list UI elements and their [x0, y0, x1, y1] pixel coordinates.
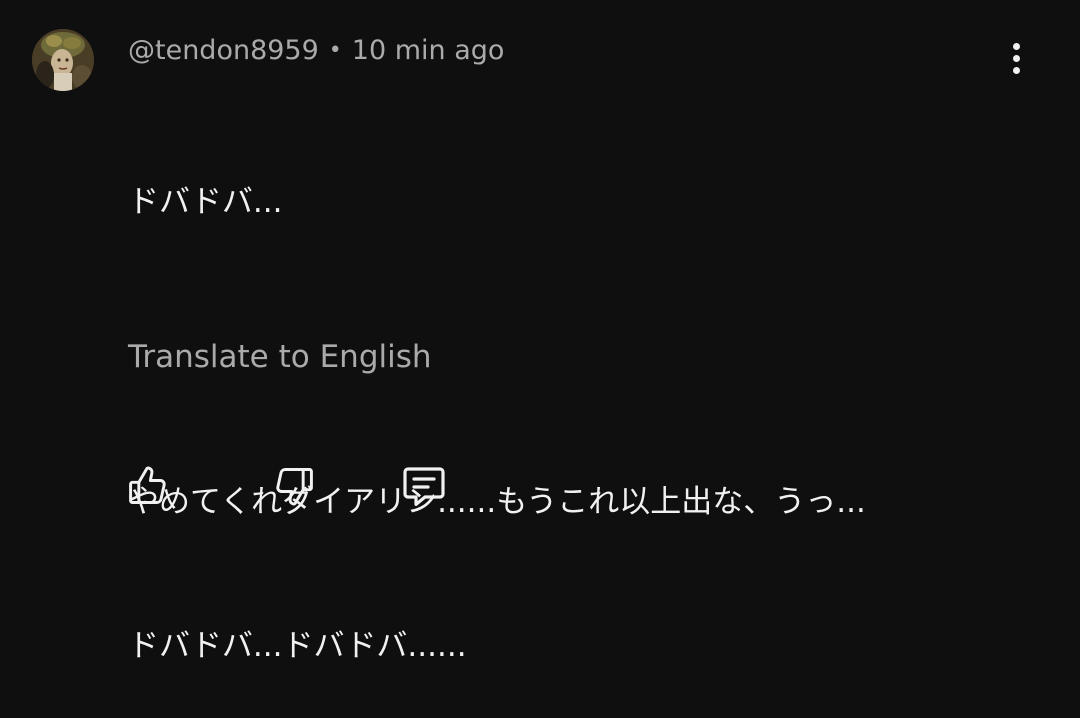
- comment-text: ドバドバ... やめてくれダイアリン......もうこれ以上出な、うっ... ド…: [128, 82, 1048, 718]
- meta-separator: •: [328, 37, 342, 63]
- avatar-image: [32, 29, 94, 91]
- comment-line: ドバドバ...: [128, 184, 283, 220]
- thumbs-up-icon: [129, 466, 166, 504]
- comment-line: ドバドバ...ドバドバ......: [128, 628, 467, 664]
- dislike-button[interactable]: [270, 462, 318, 510]
- reply-button[interactable]: [400, 462, 448, 510]
- author-name[interactable]: @tendon8959: [128, 35, 319, 66]
- thumbs-down-icon: [276, 468, 313, 506]
- comment-meta: @tendon8959 • 10 min ago: [128, 30, 504, 70]
- avatar[interactable]: [32, 29, 94, 91]
- comment-time: 10 min ago: [351, 34, 505, 66]
- like-button[interactable]: [124, 462, 172, 510]
- reply-comment-icon: [403, 467, 445, 506]
- more-options-button[interactable]: [1000, 38, 1032, 78]
- translate-link[interactable]: Translate to English: [128, 339, 432, 375]
- comment-line: やめてくれダイアリン......もうこれ以上出な、うっ...: [128, 484, 866, 520]
- more-vertical-icon: [1012, 42, 1020, 74]
